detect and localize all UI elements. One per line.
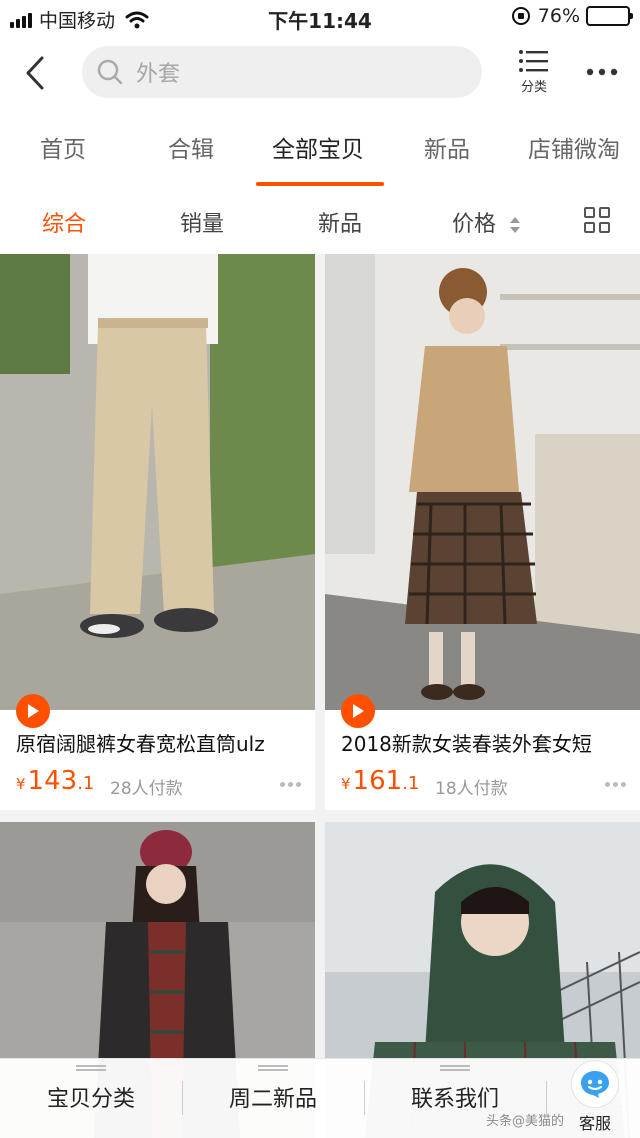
bottom-item-tuesday-new[interactable]: 周二新品 [182, 1059, 364, 1138]
bottom-item-label: 联系我们 [410, 1087, 499, 1112]
video-badge-icon [16, 694, 50, 728]
bottom-item-label: 宝贝分类 [46, 1087, 135, 1112]
tab-collections[interactable]: 合辑 [168, 130, 214, 164]
product-card[interactable]: 原宿阔腿裤女春宽松直筒ulz ¥ 143 .1 28人付款 [0, 254, 315, 810]
more-dots-icon [586, 68, 618, 76]
tab-new-items[interactable]: 新品 [424, 130, 470, 164]
price-currency: ¥ [341, 775, 351, 793]
list-icon [519, 50, 548, 72]
more-options-icon[interactable] [280, 782, 301, 787]
battery-percent: 76% [537, 5, 580, 27]
sales-count: 28人付款 [110, 779, 183, 799]
price-integer: 161 [352, 766, 403, 796]
tab-home[interactable]: 首页 [40, 130, 86, 164]
bottom-item-categories[interactable]: 宝贝分类 [0, 1059, 182, 1138]
sort-sales[interactable]: 销量 [180, 206, 224, 238]
video-badge-icon [341, 694, 375, 728]
menu-handle-icon [258, 1065, 288, 1071]
more-button[interactable] [584, 60, 620, 84]
sort-bar: 综合 销量 新品 价格 [0, 186, 640, 254]
menu-handle-icon [76, 1065, 106, 1071]
grid-view-toggle-icon[interactable] [584, 207, 610, 233]
sales-count: 18人付款 [435, 779, 508, 799]
shop-tabs: 首页 合辑 全部宝贝 新品 店铺微淘 [0, 110, 640, 186]
battery-icon [586, 6, 633, 26]
watermark-text: 头条@美猫的 [486, 1114, 565, 1129]
search-input[interactable]: 外套 [82, 46, 482, 98]
category-label: 分类 [520, 80, 547, 95]
product-title: 原宿阔腿裤女春宽松直筒ulz [16, 732, 265, 756]
bottom-item-label: 周二新品 [228, 1087, 317, 1112]
search-header: 外套 分类 [0, 36, 640, 110]
product-photo-wide-leg-pants [0, 254, 315, 710]
product-card[interactable]: 2018新款女装春装外套女短 ¥ 161 .1 18人付款 [325, 254, 640, 810]
price-decimal: .1 [402, 773, 420, 794]
search-placeholder: 外套 [136, 62, 181, 87]
price-currency: ¥ [16, 775, 26, 793]
tab-all-items[interactable]: 全部宝贝 [272, 130, 364, 164]
sort-price-label: 价格 [452, 212, 497, 237]
price-decimal: .1 [77, 773, 95, 794]
chevron-left-icon [26, 56, 44, 90]
product-price: ¥ 143 .1 [16, 766, 94, 796]
product-price: ¥ 161 .1 [341, 766, 419, 796]
back-button[interactable] [18, 54, 52, 92]
sort-price[interactable]: 价格 [452, 206, 521, 238]
sort-arrows-icon [510, 217, 521, 233]
customer-service-button[interactable]: 客服 [560, 1052, 630, 1133]
sort-comprehensive[interactable]: 综合 [42, 206, 86, 238]
chat-bubble-icon [571, 1060, 619, 1108]
tab-shop-feed[interactable]: 店铺微淘 [528, 130, 620, 164]
customer-service-label: 客服 [578, 1114, 611, 1133]
product-title: 2018新款女装春装外套女短 [341, 732, 592, 756]
product-photo-short-jacket [325, 254, 640, 710]
price-integer: 143 [27, 766, 78, 796]
sort-newest[interactable]: 新品 [318, 206, 362, 238]
status-bar: 中国移动 下午11:44 76% [0, 0, 640, 36]
more-options-icon[interactable] [605, 782, 626, 787]
category-button[interactable]: 分类 [512, 48, 556, 95]
menu-handle-icon [440, 1065, 470, 1071]
orientation-lock-icon [511, 7, 530, 25]
search-icon [97, 59, 123, 85]
